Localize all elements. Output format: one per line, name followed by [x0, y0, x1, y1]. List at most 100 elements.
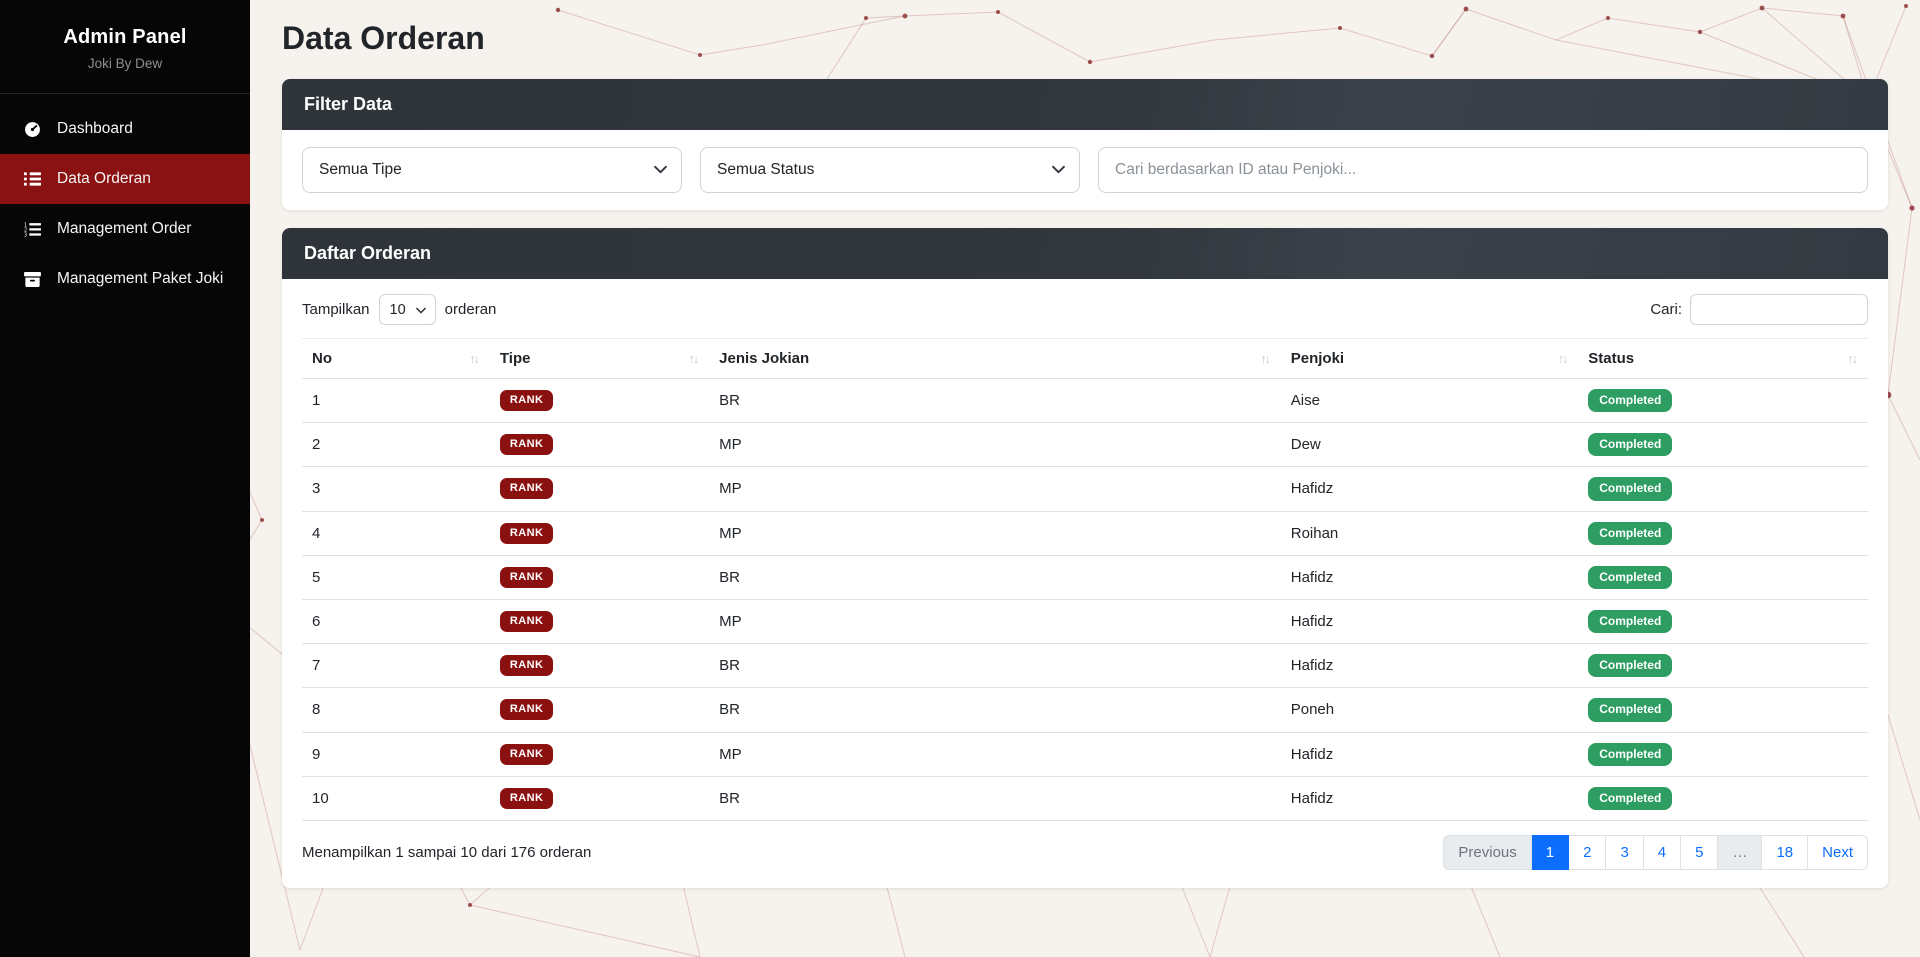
column-header-status[interactable]: Status ↑↓ [1578, 338, 1868, 379]
cell-jenis: BR [709, 687, 1281, 733]
cell-status: Completed [1578, 643, 1868, 689]
cell-tipe: RANK [489, 466, 710, 512]
cell-no: 6 [302, 599, 490, 645]
cell-penjoki: Roihan [1280, 511, 1579, 556]
pagination-page-1[interactable]: 1 [1531, 834, 1570, 870]
cell-status: Completed [1578, 732, 1868, 777]
sort-icon: ↑↓ [1847, 351, 1858, 366]
table-row: 1 RANK BR Aise Completed [302, 378, 1868, 424]
pagination: Previous 1 2 3 4 5 … 18 Next [1443, 834, 1868, 870]
pagination-ellipsis: … [1718, 834, 1763, 870]
pagination-next[interactable]: Next [1808, 834, 1868, 870]
sidebar-item-dashboard[interactable]: Dashboard [0, 104, 250, 154]
cell-no: 5 [302, 555, 490, 600]
tipe-filter-value: Semua Tipe [319, 161, 402, 178]
pagination-page-3[interactable]: 3 [1606, 834, 1644, 870]
app-title: Admin Panel [63, 26, 187, 48]
sidebar-item-management-order[interactable]: 123 Management Order [0, 204, 250, 254]
pagination-page-2[interactable]: 2 [1569, 834, 1607, 870]
length-label-before: Tampilkan [302, 301, 370, 318]
pagination-page-4[interactable]: 4 [1643, 834, 1682, 870]
sort-icon: ↑↓ [688, 351, 699, 366]
tipe-badge: RANK [499, 522, 554, 544]
pagination-page-18[interactable]: 18 [1762, 834, 1809, 870]
cell-no: 7 [302, 643, 490, 689]
cell-tipe: RANK [489, 599, 710, 645]
sidebar-item-management-paket-joki[interactable]: Management Paket Joki [0, 254, 250, 304]
sidebar-item-label: Management Order [57, 220, 192, 237]
column-header-no[interactable]: No ↑↓ [302, 338, 490, 379]
cell-penjoki: Poneh [1280, 687, 1579, 733]
tipe-badge: RANK [499, 478, 554, 500]
filter-search-input[interactable] [1098, 147, 1868, 193]
sidebar-header: Admin Panel Joki By Dew [0, 0, 250, 94]
cell-jenis: MP [709, 466, 1281, 512]
filter-card-body: Semua Tipe Semua Status [282, 130, 1888, 210]
cell-jenis: MP [709, 732, 1281, 777]
column-header-jenis-jokian[interactable]: Jenis Jokian ↑↓ [709, 338, 1281, 379]
status-badge: Completed [1588, 565, 1673, 589]
pagination-page-5[interactable]: 5 [1681, 834, 1719, 870]
status-filter-select[interactable]: Semua Status [700, 147, 1080, 193]
page-length-select[interactable]: 10 [378, 294, 436, 325]
cell-tipe: RANK [489, 732, 710, 777]
cell-status: Completed [1578, 599, 1868, 645]
column-header-tipe[interactable]: Tipe ↑↓ [489, 338, 710, 379]
orders-card-body: Tampilkan 10 orderan Cari: No ↑↓ Tipe ↑↓… [282, 279, 1888, 888]
sidebar-item-data-orderan[interactable]: Data Orderan [0, 154, 250, 204]
table-search-label: Cari: [1650, 301, 1682, 318]
sort-icon: ↑↓ [1557, 351, 1568, 366]
cell-jenis: MP [709, 422, 1281, 468]
column-header-penjoki[interactable]: Penjoki ↑↓ [1280, 338, 1579, 379]
gauge-icon [22, 121, 42, 138]
cell-tipe: RANK [489, 687, 710, 733]
table-row: 9 RANK MP Hafidz Completed [302, 732, 1868, 777]
cell-status: Completed [1578, 687, 1868, 733]
table-controls: Tampilkan 10 orderan Cari: [302, 294, 1868, 325]
cell-status: Completed [1578, 776, 1868, 821]
cell-jenis: BR [709, 378, 1281, 424]
pagination-previous: Previous [1443, 834, 1532, 870]
cell-status: Completed [1578, 555, 1868, 600]
sidebar-nav: Dashboard Data Orderan 123 Management Or… [0, 104, 250, 304]
box-icon [22, 271, 42, 287]
table-row: 10 RANK BR Hafidz Completed [302, 776, 1868, 821]
length-label-after: orderan [444, 301, 497, 318]
status-filter-value: Semua Status [717, 161, 815, 178]
table-row: 5 RANK BR Hafidz Completed [302, 555, 1868, 600]
cell-status: Completed [1578, 511, 1868, 556]
sidebar-item-label: Dashboard [57, 120, 133, 137]
page-length-value: 10 [389, 301, 406, 318]
orders-card-header: Daftar Orderan [282, 228, 1888, 279]
cell-penjoki: Hafidz [1280, 776, 1579, 821]
table-row: 4 RANK MP Roihan Completed [302, 511, 1868, 556]
table-footer: Menampilkan 1 sampai 10 dari 176 orderan… [302, 834, 1868, 870]
status-badge: Completed [1588, 389, 1673, 413]
page-title: Data Orderan [282, 20, 485, 56]
sort-icon: ↑↓ [1260, 351, 1270, 366]
chevron-down-icon [1052, 161, 1065, 179]
tipe-filter-select[interactable]: Semua Tipe [302, 147, 682, 193]
cell-jenis: BR [709, 776, 1281, 821]
cell-tipe: RANK [489, 511, 710, 556]
status-badge: Completed [1588, 609, 1673, 634]
table-row: 6 RANK MP Hafidz Completed [302, 599, 1868, 645]
list-icon [22, 172, 42, 186]
svg-text:3: 3 [24, 232, 27, 236]
app-subtitle: Joki By Dew [87, 56, 163, 71]
status-badge: Completed [1588, 654, 1673, 678]
cell-tipe: RANK [489, 422, 710, 468]
sidebar-item-label: Management Paket Joki [57, 270, 224, 287]
cell-penjoki: Hafidz [1280, 555, 1579, 600]
cell-jenis: BR [709, 643, 1281, 689]
sort-icon: ↑↓ [469, 351, 479, 366]
cell-status: Completed [1578, 422, 1868, 468]
cell-jenis: BR [709, 555, 1281, 600]
table-search-input[interactable] [1690, 294, 1868, 325]
cell-penjoki: Hafidz [1280, 466, 1579, 512]
sidebar-item-label: Data Orderan [57, 170, 151, 187]
table-info: Menampilkan 1 sampai 10 dari 176 orderan [302, 843, 592, 861]
table-row: 7 RANK BR Hafidz Completed [302, 643, 1868, 689]
sidebar: Admin Panel Joki By Dew Dashboard Data O… [0, 0, 250, 957]
cell-penjoki: Dew [1280, 422, 1579, 468]
